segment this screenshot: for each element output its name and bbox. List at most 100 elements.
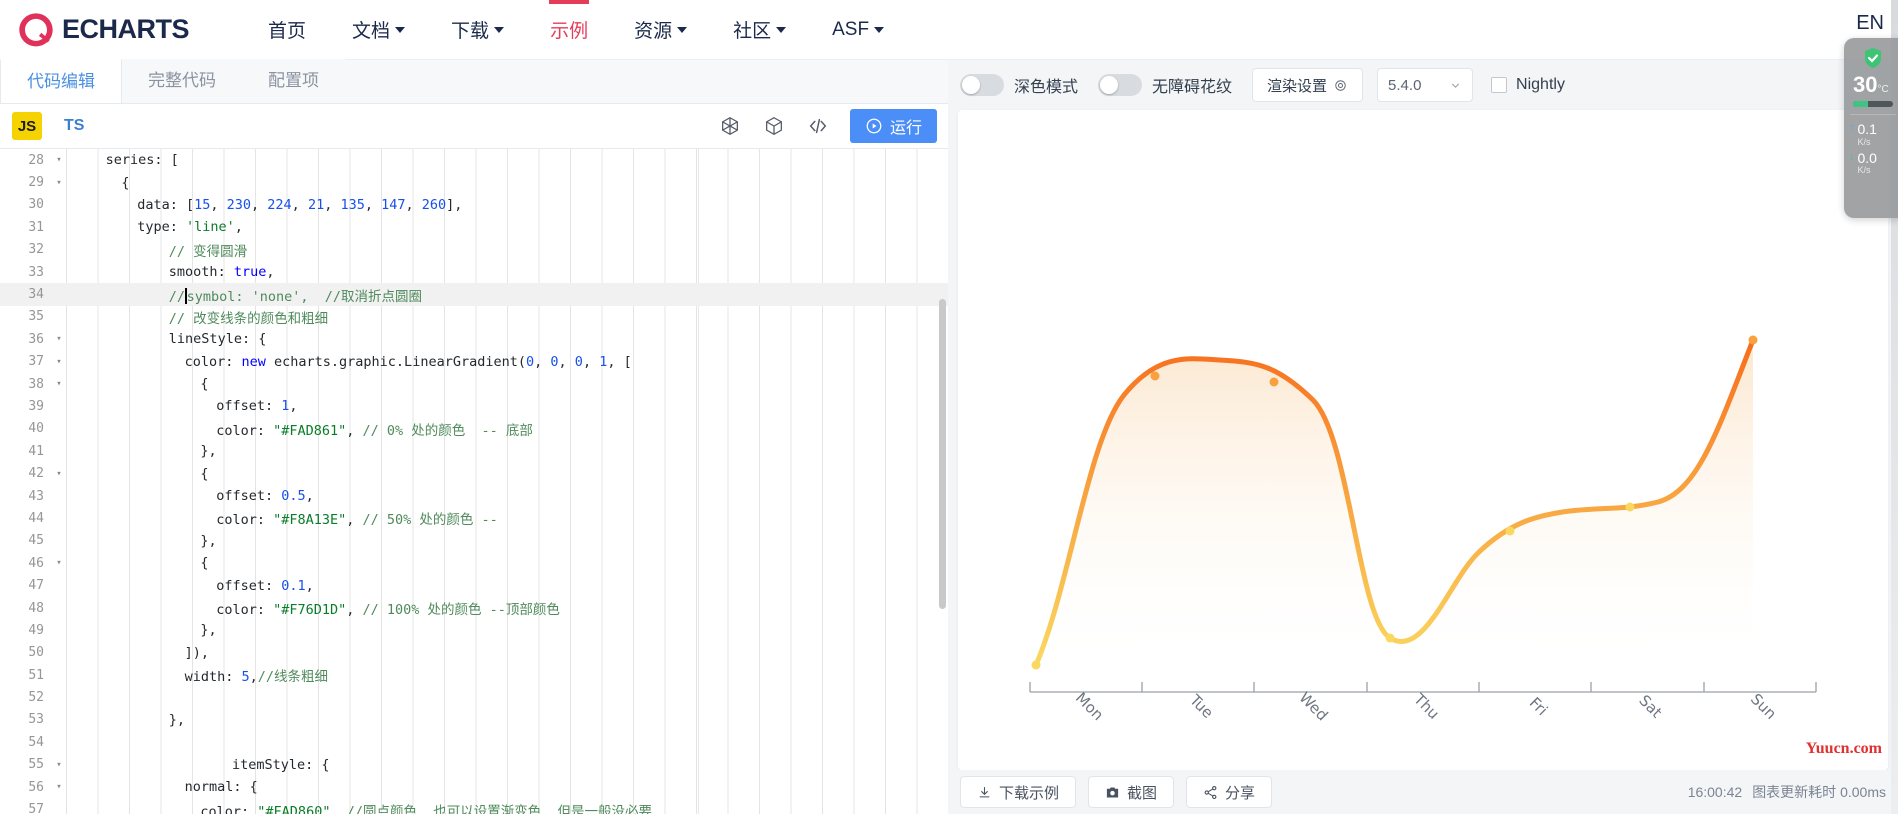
code-line[interactable]: 43 offset: 0.5, [0,485,948,507]
code-line[interactable]: 33 smooth: true, [0,261,948,283]
nav-item-community[interactable]: 社区 [710,0,809,60]
x-axis-tick-label: Tue [1185,690,1217,722]
nav-item-home[interactable]: 首页 [245,0,329,60]
editor-scrollbar[interactable] [939,299,946,609]
code-text: }, [200,622,217,639]
data-point-wed[interactable] [1269,377,1279,387]
nav-item-label: 文档 [352,21,391,42]
nightly-checkbox[interactable]: Nightly [1491,76,1565,94]
code-line[interactable]: 40 color: "#FAD861", // 0% 处的颜色 -- 底部 [0,418,948,440]
floating-system-widget[interactable]: 30°C ↑ 0.1 K/s ↓ 0.0 K/s [1844,38,1898,218]
code-line[interactable]: 50]), [0,642,948,664]
code-line[interactable]: 56 ▾ normal: { [0,776,948,798]
code-line[interactable]: 46 ▾ { [0,552,948,574]
nav-item-label: 首页 [268,21,307,42]
nav-item-download[interactable]: 下载 [428,0,527,60]
cube-icon[interactable] [752,104,796,149]
code-line[interactable]: 37 ▾ color: new echarts.graphic.LinearGrad… [0,351,948,373]
render-settings-button[interactable]: 渲染设置 [1252,68,1364,102]
code-line[interactable]: 55 ▾ itemStyle: { [0,754,948,776]
nav-item-asf[interactable]: ASF [809,0,907,60]
gear-icon [1335,79,1346,91]
temperature-value: 30 [1853,72,1878,97]
code-line[interactable]: 41}, [0,440,948,462]
code-line[interactable]: 54 [0,731,948,753]
code-line[interactable]: 31 type: 'line', [0,216,948,238]
code-line[interactable]: 28 ▾ series: [ [0,149,948,171]
code-text: type: 'line', [137,219,243,236]
line-number: 37 [28,354,44,370]
fold-toggle-icon[interactable]: ▾ [52,558,66,568]
code-line[interactable]: 30 data: [15, 230, 224, 21, 135, 147, 260… [0,194,948,216]
fold-toggle-icon[interactable]: ▾ [52,469,66,479]
code-line[interactable]: 42 ▾ { [0,462,948,484]
code-line[interactable]: 52 [0,686,948,708]
accessibility-pattern-toggle[interactable] [1098,74,1143,96]
version-select[interactable]: 5.4.0 [1377,68,1474,102]
nav-item-docs[interactable]: 文档 [329,0,428,60]
x-axis-tick-label: Wed [1296,689,1332,725]
code-line[interactable]: 35 // 改变线条的颜色和粗细 [0,306,948,328]
data-point-tue[interactable] [1150,371,1160,381]
x-axis-tick-label: Fri [1526,694,1551,719]
code-line[interactable]: 32 // 变得圆滑 [0,239,948,261]
brand-logo-link[interactable]: ECHARTS [16,10,190,50]
tab-code-edit[interactable]: 代码编辑 [0,59,122,103]
code-line[interactable]: 49}, [0,619,948,641]
code-line[interactable]: 39 offset: 1, [0,395,948,417]
data-point-sat[interactable] [1625,502,1635,512]
screenshot-button[interactable]: 截图 [1088,776,1175,808]
run-button-label: 运行 [889,120,922,137]
code-brackets-icon[interactable] [796,104,840,149]
tab-options[interactable]: 配置项 [242,59,345,103]
dark-mode-toggle[interactable] [960,74,1004,96]
download-example-button[interactable]: 下载示例 [960,776,1077,808]
data-point-fri[interactable] [1505,526,1515,536]
fold-toggle-icon[interactable]: ▾ [52,178,66,188]
fold-toggle-icon[interactable]: ▾ [52,155,66,165]
code-line[interactable]: 34 //symbol: 'none', //取消折点圆圈 [0,283,948,306]
lang-js-button[interactable]: JS [12,112,42,140]
cube-wire-icon[interactable] [708,104,752,149]
tab-full-code[interactable]: 完整代码 [122,59,242,103]
line-number: 55 [28,757,44,773]
code-line[interactable]: 53}, [0,709,948,731]
nav-item-examples[interactable]: 示例 [527,0,611,60]
data-point-mon[interactable] [1031,660,1041,670]
top-navbar: ECHARTS 首页 文档 下载 示例 资源 社区 ASF EN [0,0,1898,60]
code-line[interactable]: 36 ▾ lineStyle: { [0,328,948,350]
chevron-down-icon [677,26,688,33]
nav-item-resources[interactable]: 资源 [611,0,710,60]
preview-toolbar: 深色模式 无障碍花纹 渲染设置 5.4.0 Nightly [948,60,1898,110]
line-number: 46 [28,555,44,571]
fold-toggle-icon[interactable]: ▾ [52,334,66,344]
code-line[interactable]: 38 ▾ { [0,373,948,395]
code-line[interactable]: 29 ▾ { [0,171,948,193]
code-line[interactable]: 48 color: "#F76D1D", // 100% 处的颜色 --顶部颜色 [0,597,948,619]
code-area[interactable]: 28 ▾ series: [29 ▾ {30 data: [15, 230, 224, 2… [0,149,948,814]
share-button[interactable]: 分享 [1186,776,1273,808]
run-button[interactable]: 运行 [849,109,937,143]
download-icon [979,786,990,797]
code-text: itemStyle: { [232,756,330,773]
fold-toggle-icon[interactable]: ▾ [52,760,66,770]
code-line[interactable]: 45}, [0,530,948,552]
code-line[interactable]: 44 color: "#F8A13E", // 50% 处的颜色 -- [0,507,948,529]
code-line[interactable]: 47 offset: 0.1, [0,574,948,596]
chart-canvas[interactable]: Mon Tue Wed Thu Fri Sat Sun [958,110,1888,770]
line-number: 33 [28,264,44,280]
code-line[interactable]: 51 width: 5,//线条粗细 [0,664,948,686]
code-text: // 改变线条的颜色和粗细 [168,310,329,327]
data-point-sun[interactable] [1748,335,1758,345]
fold-toggle-icon[interactable]: ▾ [52,379,66,389]
code-line[interactable]: 57 color: "#FAD860", //圆点颜色 也可以设置渐变色 但是一般… [0,798,948,814]
line-number: 45 [28,533,44,549]
dark-mode-label: 深色模式 [1014,79,1079,96]
language-switcher[interactable]: EN [1856,12,1884,35]
data-point-thu[interactable] [1385,633,1395,643]
lang-ts-button[interactable]: TS [64,117,84,135]
nav-items: 首页 文档 下载 示例 资源 社区 ASF [245,0,907,60]
nav-item-label: 示例 [550,21,589,42]
fold-toggle-icon[interactable]: ▾ [52,782,66,792]
fold-toggle-icon[interactable]: ▾ [52,357,66,367]
